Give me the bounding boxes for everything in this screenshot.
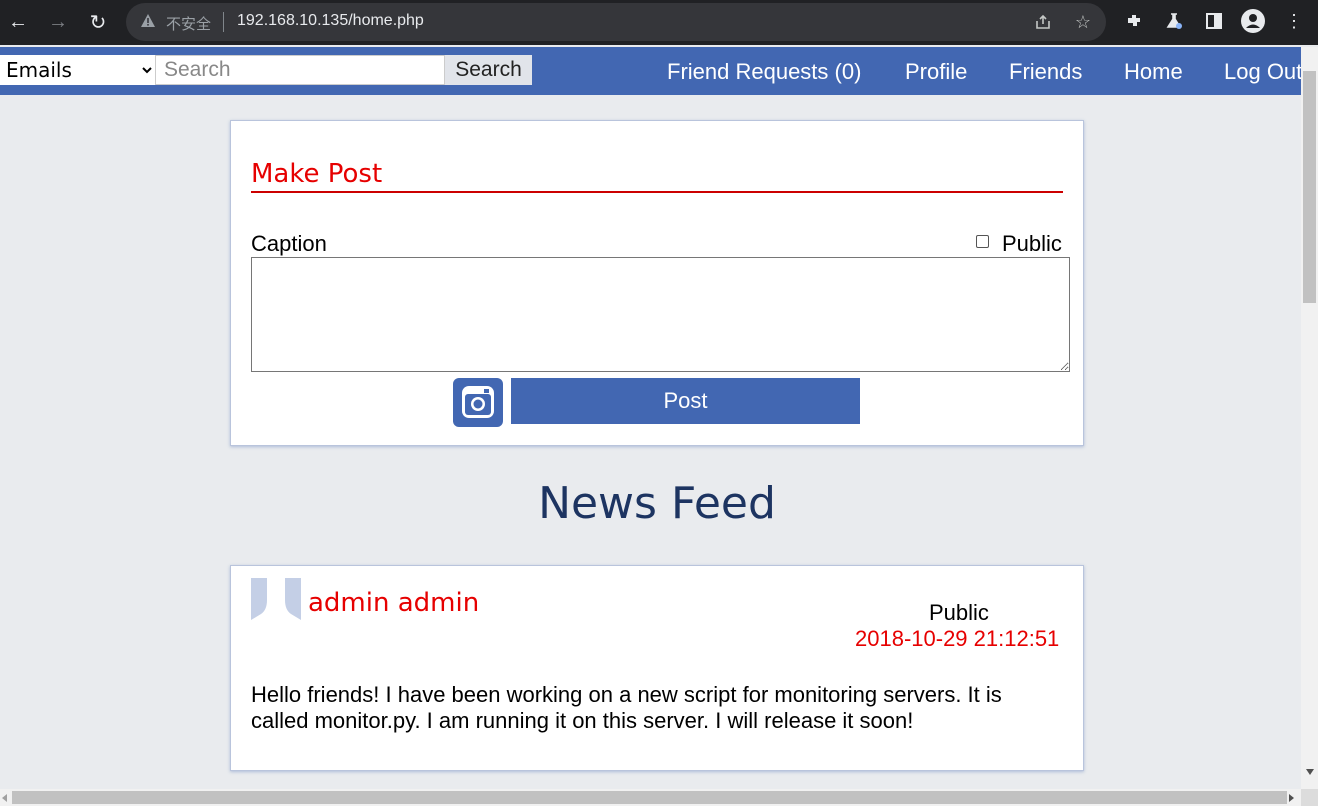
post-timestamp: 2018-10-29 21:12:51 (855, 626, 1060, 651)
url-text[interactable]: 192.168.10.135/home.php (237, 12, 424, 30)
make-post-title: Make Post (251, 159, 383, 189)
site-navbar: Emails Search Friend Requests (0) Profil… (0, 47, 1302, 95)
share-icon[interactable] (1032, 11, 1054, 33)
address-bar[interactable]: 不安全 192.168.10.135/home.php ☆ (126, 3, 1106, 41)
make-post-divider (251, 191, 1063, 193)
extensions-icon[interactable] (1122, 9, 1146, 33)
public-label[interactable]: Public (1002, 231, 1062, 257)
side-panel-icon[interactable] (1202, 9, 1226, 33)
avatar[interactable] (251, 578, 301, 628)
scrollbar-corner (1301, 789, 1318, 806)
scroll-down-arrow-icon[interactable] (1306, 769, 1314, 775)
horizontal-scrollbar[interactable] (0, 789, 1301, 806)
search-scope-select[interactable]: Emails (0, 55, 155, 85)
forward-icon[interactable]: → (44, 8, 72, 36)
nav-profile[interactable]: Profile (905, 59, 967, 85)
bookmark-star-icon[interactable]: ☆ (1072, 11, 1094, 33)
make-post-card: Make Post Caption Public Post (230, 120, 1084, 446)
security-label[interactable]: 不安全 (166, 13, 211, 34)
post-button[interactable]: Post (511, 378, 860, 424)
back-icon[interactable]: ← (4, 8, 32, 36)
nav-logout[interactable]: Log Out (1224, 59, 1302, 85)
post-body-text: Hello friends! I have been working on a … (251, 682, 1002, 733)
reload-icon[interactable]: ↻ (84, 8, 112, 36)
caption-textarea[interactable] (251, 257, 1070, 372)
profile-avatar-icon[interactable] (1241, 9, 1265, 33)
instagram-icon[interactable] (453, 378, 503, 427)
news-feed-title: News Feed (538, 478, 776, 529)
post-author-name[interactable]: admin admin (308, 588, 479, 618)
search-input[interactable] (155, 55, 445, 85)
nav-friends[interactable]: Friends (1009, 59, 1082, 85)
browser-menu-icon[interactable]: ⋮ (1282, 9, 1306, 33)
post-visibility: Public (929, 600, 989, 625)
omnibox-separator (223, 12, 224, 32)
search-button[interactable]: Search (445, 55, 532, 85)
vertical-scrollbar-thumb[interactable] (1303, 71, 1316, 303)
warning-icon (141, 14, 155, 27)
nav-home[interactable]: Home (1124, 59, 1183, 85)
browser-toolbar: ← → ↻ 不安全 192.168.10.135/home.php ☆ ⋮ (0, 0, 1318, 45)
nav-friend-requests[interactable]: Friend Requests (0) (667, 59, 861, 85)
vertical-scrollbar[interactable] (1301, 47, 1318, 789)
scroll-right-arrow-icon[interactable] (1289, 794, 1294, 802)
horizontal-scrollbar-thumb[interactable] (12, 791, 1287, 804)
labs-flask-icon[interactable] (1162, 9, 1186, 33)
feed-post-card: admin admin Public 2018-10-29 21:12:51 H… (230, 565, 1084, 771)
caption-label: Caption (251, 231, 327, 256)
public-checkbox[interactable] (976, 235, 989, 248)
scroll-left-arrow-icon[interactable] (2, 794, 7, 802)
